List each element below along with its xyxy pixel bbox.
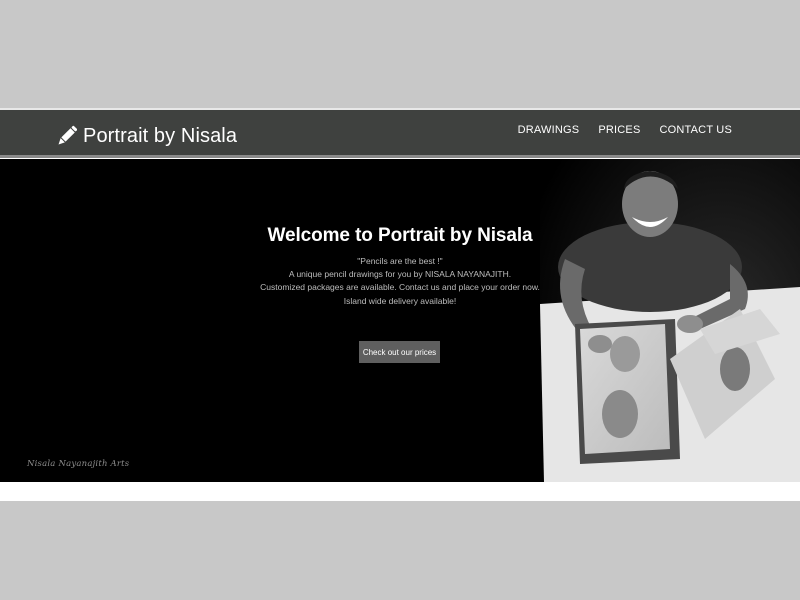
hero-line-2: Customized packages are available. Conta… <box>260 282 540 293</box>
brand-link[interactable]: Portrait by Nisala <box>57 123 237 149</box>
hero-section: Welcome to Portrait by Nisala "Pencils a… <box>0 159 800 482</box>
page: Portrait by Nisala DRAWINGS PRICES CONTA… <box>0 108 800 501</box>
nav-links: DRAWINGS PRICES CONTACT US <box>518 124 732 136</box>
hero-quote: "Pencils are the best !" <box>357 256 443 266</box>
nav-prices[interactable]: PRICES <box>598 124 640 136</box>
nav-drawings[interactable]: DRAWINGS <box>518 124 580 136</box>
nav-contact-us[interactable]: CONTACT US <box>660 124 733 136</box>
artist-signature: Nisala Nayanajith Arts <box>27 459 130 469</box>
navbar: Portrait by Nisala DRAWINGS PRICES CONTA… <box>0 108 800 158</box>
hero-content: Welcome to Portrait by Nisala "Pencils a… <box>200 225 600 363</box>
hero-title: Welcome to Portrait by Nisala <box>267 225 533 246</box>
hero-line-3: Island wide delivery available! <box>343 295 457 306</box>
hero-line-1: A unique pencil drawings for you by NISA… <box>288 269 512 280</box>
check-prices-button[interactable]: Check out our prices <box>359 341 440 363</box>
pencil-icon <box>58 125 77 145</box>
brand-title: Portrait by Nisala <box>83 124 238 147</box>
artist-photo <box>540 159 800 482</box>
